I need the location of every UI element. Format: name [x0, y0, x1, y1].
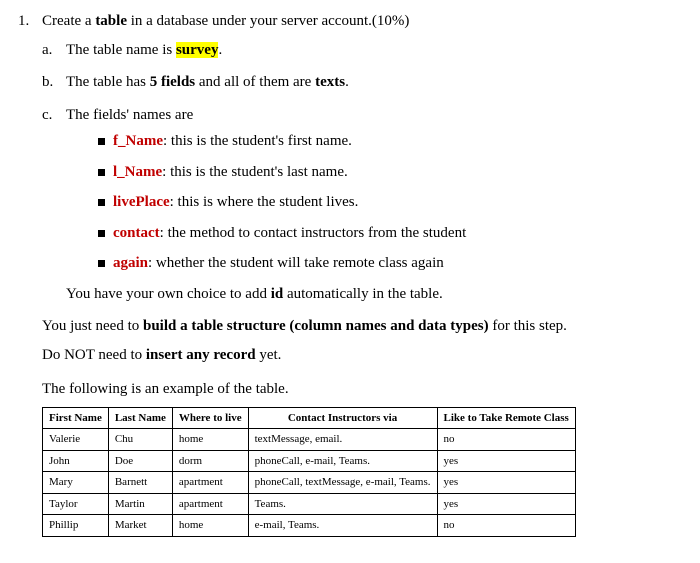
- cell: Valerie: [43, 429, 109, 451]
- square-bullet-icon: [98, 138, 105, 145]
- table-header-row: First Name Last Name Where to live Conta…: [43, 407, 576, 429]
- table-row: Valerie Chu home textMessage, email. no: [43, 429, 576, 451]
- bold-word: 5 fields: [150, 74, 195, 90]
- sub-item-b: b. The table has 5 fields and all of the…: [42, 71, 692, 94]
- example-table: First Name Last Name Where to live Conta…: [42, 407, 576, 537]
- cell: no: [437, 515, 575, 537]
- col-first-name: First Name: [43, 407, 109, 429]
- highlighted-word: survey: [176, 42, 219, 58]
- bullet-text: l_Name: this is the student's last name.: [113, 161, 348, 184]
- cell: Phillip: [43, 515, 109, 537]
- field-bullet-list: f_Name: this is the student's first name…: [98, 130, 692, 275]
- text: Do NOT need to: [42, 347, 146, 363]
- cell: Barnett: [108, 472, 172, 494]
- cell: phoneCall, e-mail, Teams.: [248, 450, 437, 472]
- question-1: 1. Create a table in a database under yo…: [18, 10, 692, 33]
- cell: yes: [437, 450, 575, 472]
- field-desc: : this is where the student lives.: [170, 194, 359, 210]
- text: .: [345, 74, 349, 90]
- cell: textMessage, email.: [248, 429, 437, 451]
- text: in a database under your server account.…: [127, 13, 409, 29]
- cell: apartment: [172, 493, 248, 515]
- cell: Chu: [108, 429, 172, 451]
- field-desc: : the method to contact instructors from…: [160, 225, 467, 241]
- cell: e-mail, Teams.: [248, 515, 437, 537]
- field-name: contact: [113, 225, 160, 241]
- field-desc: : whether the student will take remote c…: [148, 255, 444, 271]
- cell: John: [43, 450, 109, 472]
- table-row: Phillip Market home e-mail, Teams. no: [43, 515, 576, 537]
- bold-word: texts: [315, 74, 345, 90]
- sub-letter: c.: [42, 104, 58, 127]
- cell: yes: [437, 472, 575, 494]
- text: yet.: [256, 347, 282, 363]
- text: You have your own choice to add: [66, 286, 271, 302]
- cell: home: [172, 429, 248, 451]
- field-desc: : this is the student's last name.: [162, 164, 348, 180]
- square-bullet-icon: [98, 260, 105, 267]
- cell: dorm: [172, 450, 248, 472]
- text: You just need to: [42, 318, 143, 334]
- instruction-paragraph-1: You just need to build a table structure…: [42, 315, 692, 338]
- field-name: l_Name: [113, 164, 162, 180]
- sub-item-a: a. The table name is survey.: [42, 39, 692, 62]
- bold-phrase: insert any record: [146, 347, 256, 363]
- text: automatically in the table.: [283, 286, 443, 302]
- text: .: [218, 42, 222, 58]
- col-where: Where to live: [172, 407, 248, 429]
- cell: Mary: [43, 472, 109, 494]
- text: for this step.: [489, 318, 567, 334]
- field-bullet: l_Name: this is the student's last name.: [98, 161, 692, 184]
- question-text: Create a table in a database under your …: [42, 10, 409, 33]
- table-row: John Doe dorm phoneCall, e-mail, Teams. …: [43, 450, 576, 472]
- text: Create a: [42, 13, 95, 29]
- cell: Market: [108, 515, 172, 537]
- cell: Doe: [108, 450, 172, 472]
- cell: no: [437, 429, 575, 451]
- cell: Teams.: [248, 493, 437, 515]
- text: and all of them are: [195, 74, 315, 90]
- square-bullet-icon: [98, 230, 105, 237]
- sub-text: The table name is survey.: [66, 39, 222, 62]
- id-note: You have your own choice to add id autom…: [66, 283, 692, 306]
- sub-item-c: c. The fields' names are: [42, 104, 692, 127]
- cell: yes: [437, 493, 575, 515]
- field-name: livePlace: [113, 194, 170, 210]
- cell: Taylor: [43, 493, 109, 515]
- field-name: again: [113, 255, 148, 271]
- bullet-text: livePlace: this is where the student liv…: [113, 191, 358, 214]
- field-bullet: livePlace: this is where the student liv…: [98, 191, 692, 214]
- field-bullet: contact: the method to contact instructo…: [98, 222, 692, 245]
- bullet-text: again: whether the student will take rem…: [113, 252, 444, 275]
- instruction-paragraph-2: Do NOT need to insert any record yet.: [42, 344, 692, 367]
- bullet-text: contact: the method to contact instructo…: [113, 222, 466, 245]
- square-bullet-icon: [98, 199, 105, 206]
- sub-text: The fields' names are: [66, 104, 193, 127]
- cell: Martin: [108, 493, 172, 515]
- cell: home: [172, 515, 248, 537]
- field-bullet: f_Name: this is the student's first name…: [98, 130, 692, 153]
- text: The table name is: [66, 42, 176, 58]
- table-row: Mary Barnett apartment phoneCall, textMe…: [43, 472, 576, 494]
- col-contact: Contact Instructors via: [248, 407, 437, 429]
- field-name: f_Name: [113, 133, 163, 149]
- list-number: 1.: [18, 10, 36, 33]
- bold-word: id: [271, 286, 284, 302]
- example-intro: The following is an example of the table…: [42, 378, 692, 401]
- cell: phoneCall, textMessage, e-mail, Teams.: [248, 472, 437, 494]
- field-desc: : this is the student's first name.: [163, 133, 352, 149]
- sub-text: The table has 5 fields and all of them a…: [66, 71, 349, 94]
- table-row: Taylor Martin apartment Teams. yes: [43, 493, 576, 515]
- sub-letter: b.: [42, 71, 58, 94]
- bold-phrase: build a table structure (column names an…: [143, 318, 489, 334]
- sub-letter: a.: [42, 39, 58, 62]
- col-remote: Like to Take Remote Class: [437, 407, 575, 429]
- bullet-text: f_Name: this is the student's first name…: [113, 130, 352, 153]
- col-last-name: Last Name: [108, 407, 172, 429]
- field-bullet: again: whether the student will take rem…: [98, 252, 692, 275]
- text: The table has: [66, 74, 150, 90]
- cell: apartment: [172, 472, 248, 494]
- square-bullet-icon: [98, 169, 105, 176]
- bold-word: table: [95, 13, 127, 29]
